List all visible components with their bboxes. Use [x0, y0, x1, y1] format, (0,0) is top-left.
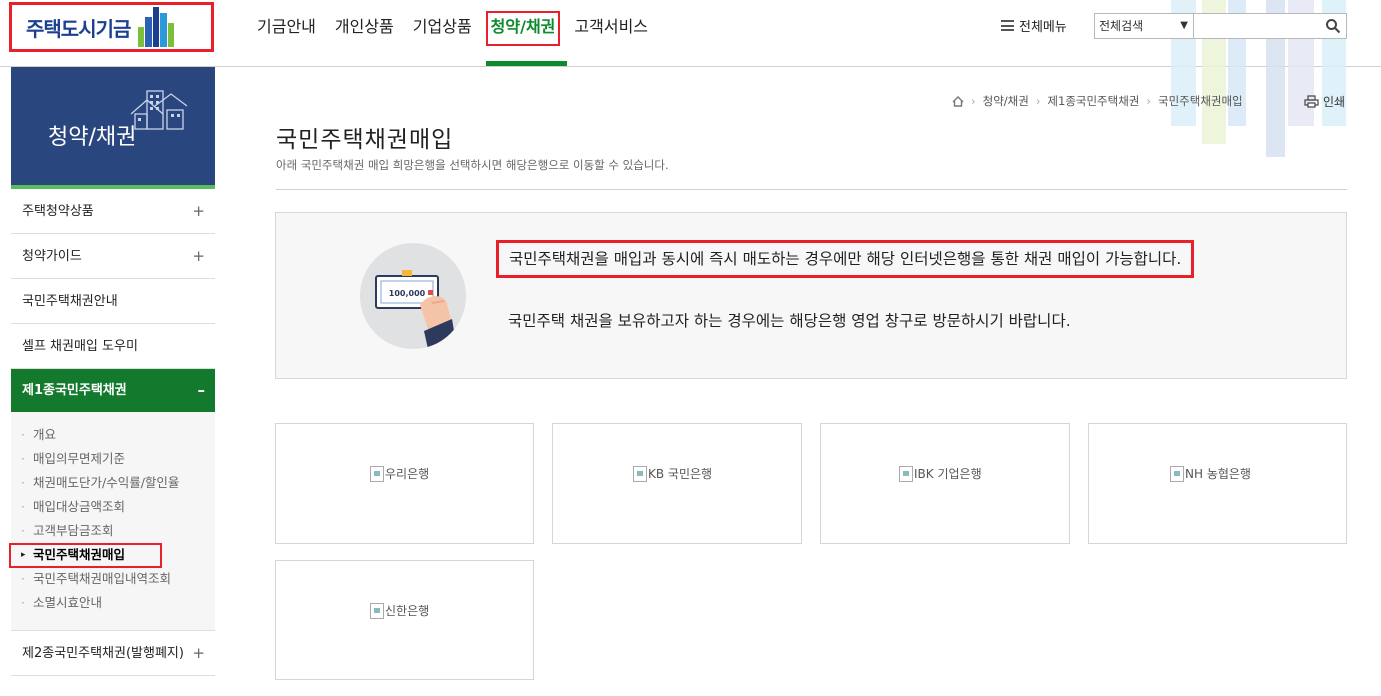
sidebar-item-label: 국민주택채권안내 — [22, 294, 118, 309]
chevron-down-icon: ▼ — [1180, 20, 1188, 31]
bill-amount: 100,000 — [389, 289, 426, 298]
print-label: 인쇄 — [1323, 95, 1346, 109]
page-title: 국민주택채권매입 — [276, 127, 454, 153]
bank-logo-ibk: IBK 기업은행 — [899, 465, 982, 482]
notice-text-highlighted: 국민주택채권을 매입과 동시에 즉시 매도하는 경우에만 해당 인터넷은행을 통… — [496, 240, 1195, 278]
notice-box: 100,000 국민주택채권을 매입과 동시에 즉시 매도하는 경우에만 해당 … — [275, 212, 1347, 379]
broken-image-icon — [370, 465, 384, 482]
plus-icon: + — [192, 644, 205, 662]
submenu-item-customer-charge[interactable]: 고객부담금조회 — [11, 519, 215, 543]
sidebar-item-label: 셀프 채권매입 도우미 — [22, 339, 138, 354]
search-scope-select[interactable]: 전체검색 ▼ — [1094, 13, 1194, 39]
all-menu-button[interactable]: 전체메뉴 — [1001, 16, 1067, 35]
site-header: 주택도시기금 기금안내 개인상품 기업상품 청약/채권 고객서비스 전체메뉴 전… — [0, 0, 1381, 157]
nav-item-personal-products[interactable]: 개인상품 — [335, 0, 394, 67]
page-description: 아래 국민주택채권 매입 희망은행을 선택하시면 해당은행으로 이동할 수 있습… — [276, 158, 669, 172]
highlight-box — [9, 543, 162, 568]
search-scope-value: 전체검색 — [1099, 19, 1144, 33]
nav-item-fund-info[interactable]: 기금안내 — [257, 0, 316, 67]
bank-logo-nh: NH 농협은행 — [1170, 465, 1251, 482]
chevron-right-icon: › — [1146, 94, 1151, 108]
search-icon[interactable] — [1325, 18, 1341, 34]
breadcrumb-item[interactable]: 청약/채권 — [983, 93, 1029, 109]
broken-image-icon — [899, 465, 913, 482]
home-icon[interactable] — [952, 95, 964, 107]
sidebar-title: 청약/채권 — [48, 125, 137, 150]
houses-icon — [130, 90, 188, 130]
logo-text: 주택도시기금 — [26, 16, 131, 41]
bank-label: 우리은행 — [385, 467, 430, 481]
chevron-right-icon: › — [1035, 94, 1041, 108]
bank-card-woori[interactable]: 우리은행 — [275, 423, 534, 544]
sidebar-item-self-bond-helper[interactable]: 셀프 채권매입 도우미 — [11, 324, 215, 369]
notice-text-secondary: 국민주택 채권을 보유하고자 하는 경우에는 해당은행 영업 창구로 방문하시기… — [508, 312, 1071, 330]
plus-icon: + — [192, 247, 205, 265]
submenu-item-exemption-criteria[interactable]: 매입의무면제기준 — [11, 447, 215, 471]
bank-card-kb[interactable]: KB 국민은행 — [552, 423, 802, 544]
nav-item-corporate-products[interactable]: 기업상품 — [413, 0, 472, 67]
printer-icon — [1304, 95, 1319, 108]
submenu-item-sale-price[interactable]: 채권매도단가/수익률/할인율 — [11, 471, 215, 495]
submenu-item-prescription[interactable]: 소멸시효안내 — [11, 591, 215, 615]
submenu-item-purchase-history[interactable]: 국민주택채권매입내역조회 — [11, 567, 215, 591]
bank-logo-woori: 우리은행 — [370, 465, 429, 482]
broken-image-icon — [633, 465, 647, 482]
sidebar-submenu: 개요 매입의무면제기준 채권매도단가/수익률/할인율 매입대상금액조회 고객부담… — [11, 412, 215, 631]
submenu-item-amount-lookup[interactable]: 매입대상금액조회 — [11, 495, 215, 519]
plus-icon: + — [192, 202, 205, 220]
chevron-right-icon: › — [971, 94, 976, 108]
submenu-item-overview[interactable]: 개요 — [11, 423, 215, 447]
sidebar-item-label: 제2종국민주택채권(발행폐지) — [22, 646, 184, 661]
sidebar-item-label: 청약가이드 — [22, 249, 82, 264]
sidebar-item-type2-bond[interactable]: 제2종국민주택채권(발행폐지) + — [11, 631, 215, 676]
breadcrumb-item[interactable]: 제1종국민주택채권 — [1047, 93, 1139, 109]
sidebar-item-label: 제1종국민주택채권 — [22, 383, 127, 398]
highlight-box — [485, 11, 561, 46]
print-button[interactable]: 인쇄 — [1304, 93, 1345, 110]
bank-label: 신한은행 — [385, 604, 430, 618]
bank-card-ibk[interactable]: IBK 기업은행 — [820, 423, 1070, 544]
site-logo[interactable]: 주택도시기금 — [9, 2, 214, 52]
bank-logo-shinhan: 신한은행 — [370, 602, 429, 619]
sidebar-item-label: 주택청약상품 — [22, 204, 94, 219]
bank-label: NH 농협은행 — [1185, 467, 1251, 481]
bank-label: IBK 기업은행 — [914, 467, 982, 481]
breadcrumb: › 청약/채권 › 제1종국민주택채권 › 국민주택채권매입 — [952, 93, 1243, 109]
bond-illustration: 100,000 — [360, 243, 466, 349]
nav-item-customer-service[interactable]: 고객서비스 — [574, 0, 648, 67]
breadcrumb-item-current: 국민주택채권매입 — [1158, 94, 1243, 108]
minus-icon: – — [197, 381, 206, 399]
hamburger-icon — [1001, 20, 1014, 31]
search-input[interactable] — [1193, 13, 1347, 39]
title-divider — [276, 189, 1347, 190]
active-underline — [485, 61, 568, 66]
bank-logo-kb: KB 국민은행 — [633, 465, 712, 482]
sidebar-item-housing-subscription[interactable]: 주택청약상품 + — [11, 189, 215, 234]
logo-mark-icon — [136, 7, 182, 47]
bank-card-shinhan[interactable]: 신한은행 — [275, 560, 534, 680]
main-nav: 기금안내 개인상품 기업상품 청약/채권 고객서비스 — [257, 0, 667, 67]
sidebar-item-type1-bond[interactable]: 제1종국민주택채권 – — [11, 369, 215, 412]
bond-check-icon: 100,000 — [375, 270, 456, 349]
bank-label: KB 국민은행 — [648, 467, 713, 481]
broken-image-icon — [1170, 465, 1184, 482]
bank-card-nh[interactable]: NH 농협은행 — [1088, 423, 1347, 544]
nav-item-subscription-bonds[interactable]: 청약/채권 — [485, 0, 568, 67]
sidebar-item-bond-info[interactable]: 국민주택채권안내 — [11, 279, 215, 324]
all-menu-label: 전체메뉴 — [1019, 20, 1067, 35]
sidebar-item-subscription-guide[interactable]: 청약가이드 + — [11, 234, 215, 279]
broken-image-icon — [370, 602, 384, 619]
sidebar-title-panel: 청약/채권 — [11, 67, 215, 185]
